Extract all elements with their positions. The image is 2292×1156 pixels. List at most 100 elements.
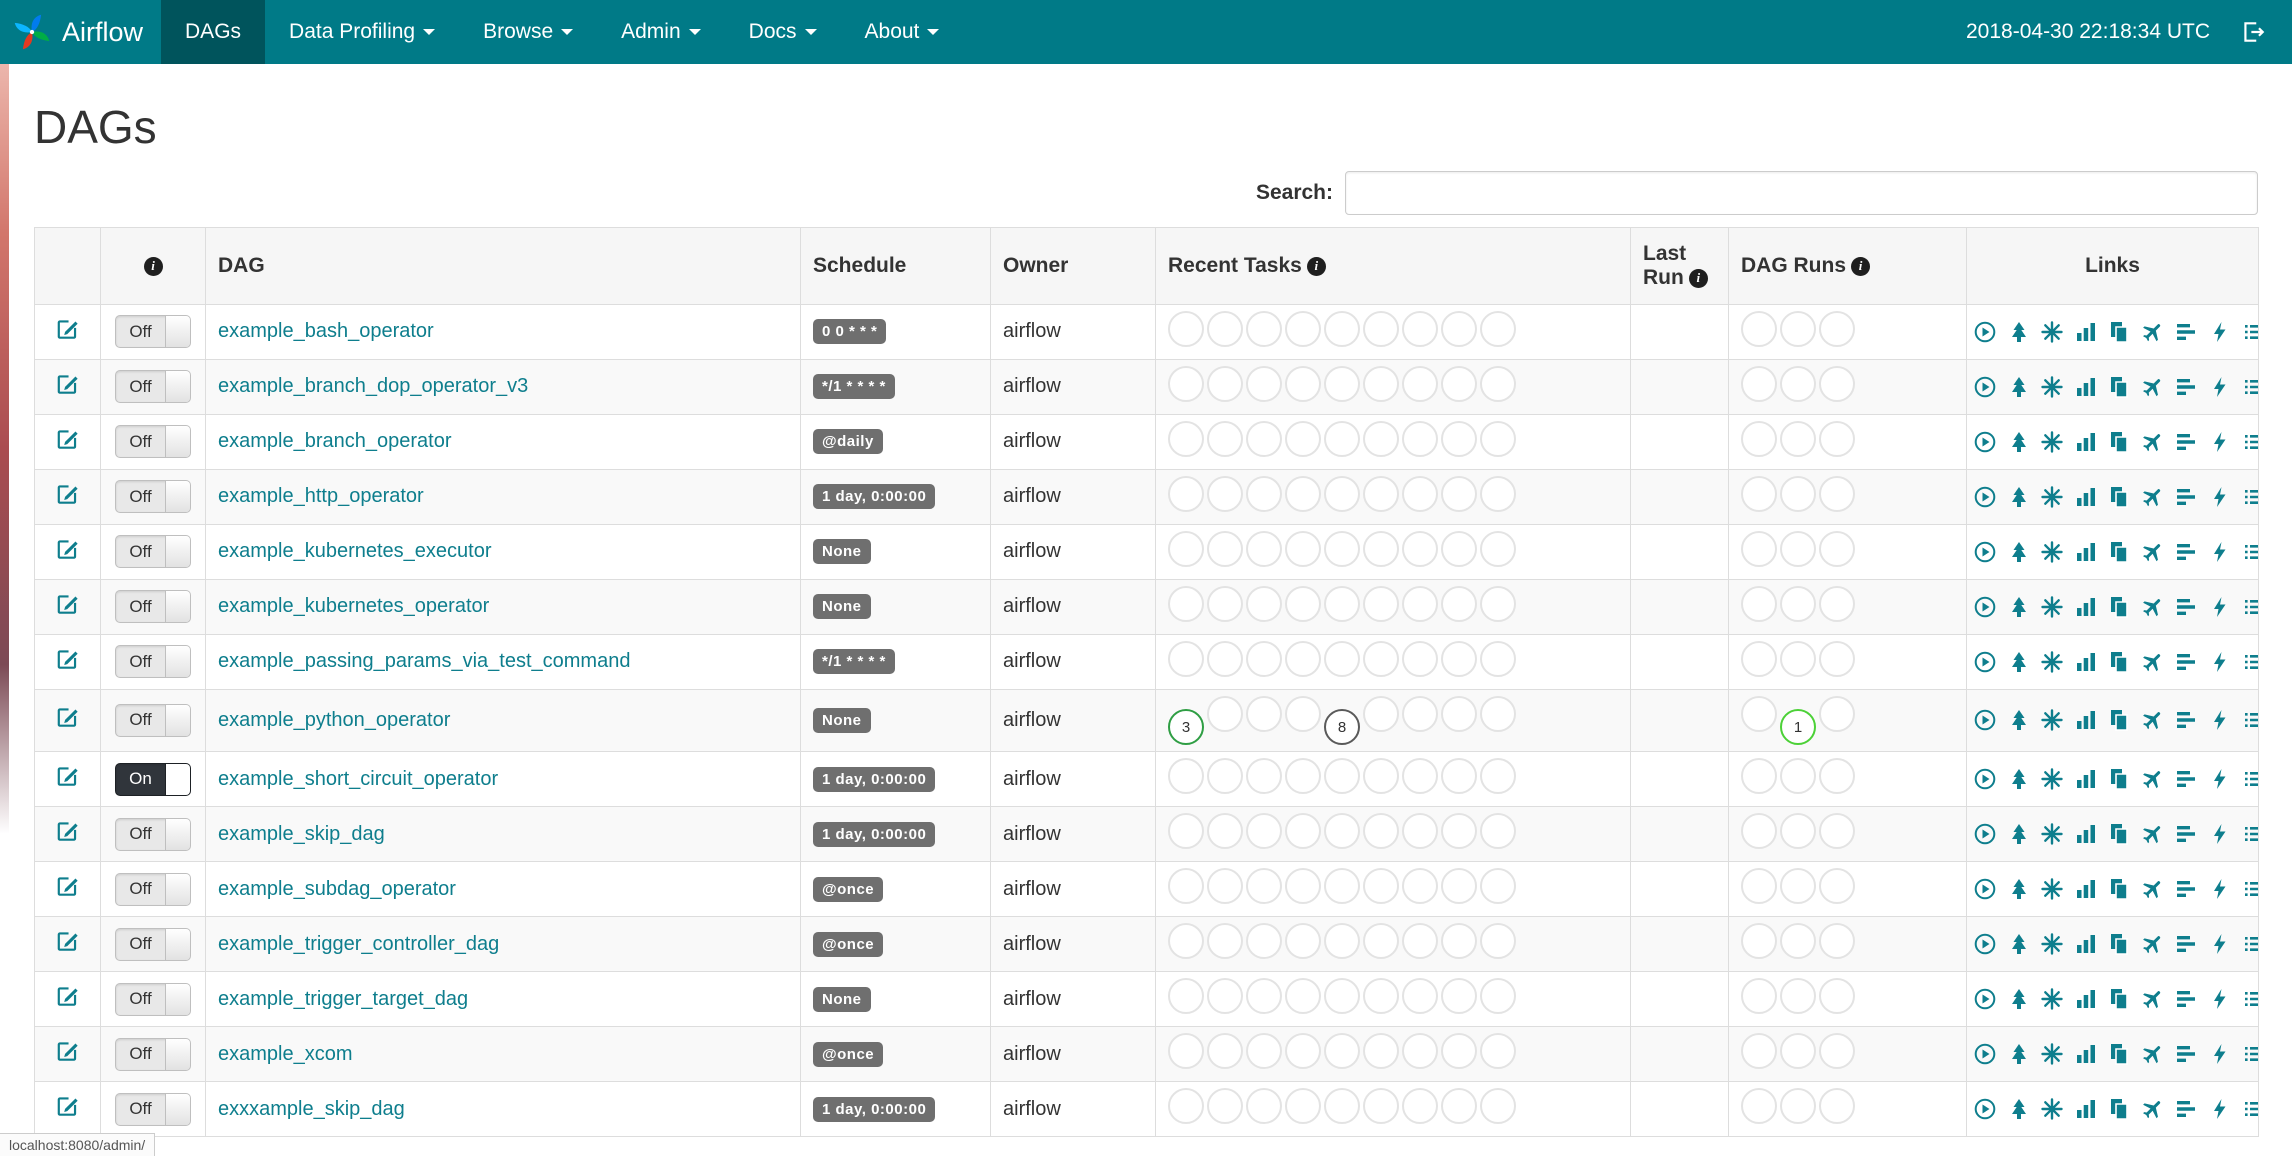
pause-toggle[interactable]: Off <box>115 817 191 851</box>
graph-view-icon[interactable] <box>2040 932 2064 956</box>
task-state-circle[interactable] <box>1480 530 1516 567</box>
task-state-circle[interactable] <box>1819 868 1855 905</box>
task-state-circle[interactable] <box>1207 530 1243 567</box>
task-state-circle[interactable] <box>1780 365 1816 402</box>
landing-times-icon[interactable] <box>2141 485 2165 509</box>
tree-view-icon[interactable] <box>2007 320 2031 344</box>
task-state-circle[interactable] <box>1246 475 1282 512</box>
task-state-circle[interactable] <box>1441 585 1477 622</box>
gantt-view-icon[interactable] <box>2174 822 2198 846</box>
trigger-dag-icon[interactable] <box>1973 987 1997 1011</box>
task-details-icon[interactable] <box>2242 708 2258 732</box>
landing-times-icon[interactable] <box>2141 430 2165 454</box>
tree-view-icon[interactable] <box>2007 987 2031 1011</box>
task-state-circle[interactable] <box>1363 640 1399 677</box>
task-state-circle[interactable] <box>1819 365 1855 402</box>
trigger-dag-icon[interactable] <box>1973 708 1997 732</box>
task-state-circle[interactable] <box>1168 758 1204 795</box>
task-state-circle[interactable] <box>1819 585 1855 622</box>
task-state-circle[interactable] <box>1819 310 1855 347</box>
task-state-circle[interactable] <box>1819 758 1855 795</box>
task-state-circle[interactable] <box>1246 813 1282 850</box>
task-state-circle[interactable] <box>1246 868 1282 905</box>
pause-toggle[interactable]: Off <box>115 927 191 961</box>
task-state-circle[interactable] <box>1207 640 1243 677</box>
landing-times-icon[interactable] <box>2141 1097 2165 1121</box>
task-state-circle[interactable] <box>1285 923 1321 960</box>
code-view-icon[interactable] <box>2208 877 2232 901</box>
task-state-circle[interactable] <box>1819 813 1855 850</box>
task-state-circle[interactable] <box>1402 695 1438 732</box>
pause-toggle[interactable]: Off <box>115 590 191 624</box>
task-details-icon[interactable] <box>2242 650 2258 674</box>
edit-dag-icon[interactable] <box>55 426 81 452</box>
task-state-circle[interactable] <box>1324 530 1360 567</box>
task-state-circle[interactable] <box>1246 758 1282 795</box>
pause-toggle[interactable]: Off <box>115 480 191 514</box>
task-state-circle[interactable] <box>1207 813 1243 850</box>
code-view-icon[interactable] <box>2208 767 2232 791</box>
graph-view-icon[interactable] <box>2040 987 2064 1011</box>
task-tries-icon[interactable] <box>2107 485 2131 509</box>
task-tries-icon[interactable] <box>2107 375 2131 399</box>
tree-view-icon[interactable] <box>2007 595 2031 619</box>
tree-view-icon[interactable] <box>2007 485 2031 509</box>
tree-view-icon[interactable] <box>2007 375 2031 399</box>
trigger-dag-icon[interactable] <box>1973 320 1997 344</box>
pause-toggle[interactable]: Off <box>115 370 191 404</box>
task-duration-icon[interactable] <box>2074 650 2098 674</box>
landing-times-icon[interactable] <box>2141 767 2165 791</box>
task-state-circle[interactable] <box>1207 365 1243 402</box>
code-view-icon[interactable] <box>2208 932 2232 956</box>
task-state-circle[interactable] <box>1741 978 1777 1015</box>
task-duration-icon[interactable] <box>2074 822 2098 846</box>
code-view-icon[interactable] <box>2208 595 2232 619</box>
task-state-circle[interactable] <box>1441 365 1477 402</box>
task-tries-icon[interactable] <box>2107 708 2131 732</box>
task-state-circle[interactable] <box>1741 640 1777 677</box>
task-state-circle[interactable] <box>1324 365 1360 402</box>
task-state-circle[interactable] <box>1207 585 1243 622</box>
task-state-circle[interactable] <box>1207 310 1243 347</box>
gantt-view-icon[interactable] <box>2174 540 2198 564</box>
landing-times-icon[interactable] <box>2141 932 2165 956</box>
trigger-dag-icon[interactable] <box>1973 540 1997 564</box>
task-state-circle[interactable] <box>1441 923 1477 960</box>
task-details-icon[interactable] <box>2242 822 2258 846</box>
edit-dag-icon[interactable] <box>55 591 81 617</box>
pause-toggle[interactable]: Off <box>115 425 191 459</box>
pause-toggle[interactable]: Off <box>115 1037 191 1071</box>
task-state-circle[interactable] <box>1363 420 1399 457</box>
dag-link[interactable]: example_http_operator <box>218 485 424 507</box>
task-state-circle[interactable] <box>1285 640 1321 677</box>
task-state-circle[interactable] <box>1285 1033 1321 1070</box>
landing-times-icon[interactable] <box>2141 540 2165 564</box>
nav-item-dags[interactable]: DAGs <box>161 0 266 64</box>
task-state-circle[interactable] <box>1168 530 1204 567</box>
task-state-circle[interactable] <box>1363 868 1399 905</box>
task-state-circle[interactable] <box>1168 813 1204 850</box>
task-state-circle[interactable] <box>1480 640 1516 677</box>
task-state-circle[interactable] <box>1402 923 1438 960</box>
pause-toggle[interactable]: On <box>115 762 191 796</box>
task-state-circle[interactable] <box>1441 420 1477 457</box>
task-state-circle[interactable] <box>1168 1033 1204 1070</box>
graph-view-icon[interactable] <box>2040 540 2064 564</box>
graph-view-icon[interactable] <box>2040 767 2064 791</box>
task-state-circle[interactable] <box>1741 1033 1777 1070</box>
task-state-circle[interactable] <box>1363 978 1399 1015</box>
task-state-circle[interactable] <box>1168 640 1204 677</box>
task-duration-icon[interactable] <box>2074 932 2098 956</box>
task-duration-icon[interactable] <box>2074 1097 2098 1121</box>
task-state-circle[interactable] <box>1324 758 1360 795</box>
task-details-icon[interactable] <box>2242 932 2258 956</box>
task-state-circle[interactable] <box>1363 310 1399 347</box>
task-state-circle[interactable] <box>1780 1088 1816 1125</box>
task-state-circle[interactable] <box>1480 585 1516 622</box>
tree-view-icon[interactable] <box>2007 1042 2031 1066</box>
dag-link[interactable]: example_python_operator <box>218 709 450 731</box>
pause-toggle[interactable]: Off <box>115 315 191 349</box>
graph-view-icon[interactable] <box>2040 822 2064 846</box>
trigger-dag-icon[interactable] <box>1973 822 1997 846</box>
dag-link[interactable]: example_subdag_operator <box>218 878 456 900</box>
